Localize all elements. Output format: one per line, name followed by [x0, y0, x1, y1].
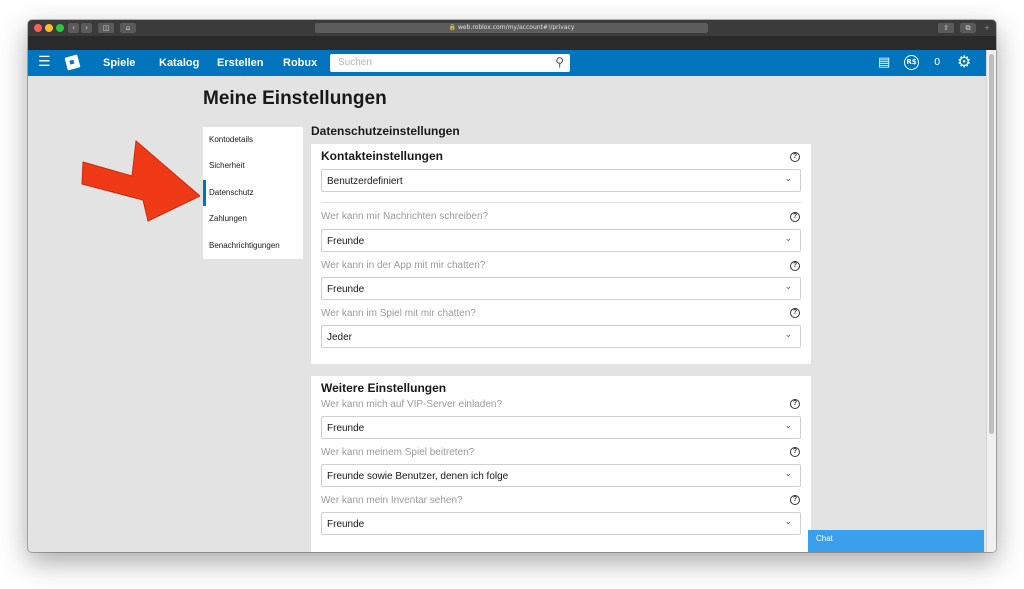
question-label: Wer kann in der App mit mir chatten? — [321, 260, 486, 271]
side-item-kontodetails[interactable]: Kontodetails — [203, 127, 303, 153]
zoom-window-button[interactable] — [56, 24, 64, 32]
back-icon[interactable]: ‹ — [68, 23, 79, 33]
side-item-benachrichtigungen[interactable]: Benachrichtigungen — [203, 233, 303, 259]
chevron-down-icon: ⌄ — [784, 517, 792, 527]
side-item-zahlungen[interactable]: Zahlungen — [203, 206, 303, 232]
nav-link-erstellen[interactable]: Erstellen — [217, 57, 263, 69]
new-tab-icon[interactable]: + — [982, 23, 992, 33]
chat-tab[interactable]: Chat — [808, 530, 984, 552]
minimize-window-button[interactable] — [45, 24, 53, 32]
chevron-down-icon: ⌄ — [784, 421, 792, 431]
tab-strip — [28, 36, 996, 50]
search-input[interactable]: Suchen ⚲ — [330, 54, 570, 72]
share-icon[interactable]: ⇧ — [938, 23, 954, 33]
home-icon[interactable]: ⌂ — [120, 23, 136, 33]
menu-icon[interactable]: ☰ — [38, 54, 51, 70]
select-value: Freunde — [327, 519, 365, 530]
search-icon[interactable]: ⚲ — [555, 55, 564, 69]
help-icon[interactable]: ? — [790, 495, 800, 505]
chevron-down-icon: ⌄ — [784, 469, 792, 479]
question-label: Wer kann mich auf VIP-Server einladen? — [321, 399, 503, 410]
join-game-select[interactable]: Freunde sowie Benutzer, denen ich folge … — [321, 464, 801, 487]
question-label: Wer kann im Spiel mit mir chatten? — [321, 308, 476, 319]
search-placeholder: Suchen — [338, 57, 372, 68]
chevron-down-icon: ⌄ — [784, 282, 792, 292]
side-item-sicherheit[interactable]: Sicherheit — [203, 153, 303, 179]
question-label: Wer kann mir Nachrichten schreiben? — [321, 211, 489, 222]
robux-balance: 0 — [934, 57, 941, 68]
nav-link-robux[interactable]: Robux — [283, 57, 317, 69]
help-icon[interactable]: ? — [790, 212, 800, 222]
site-navbar: ☰ Spiele Katalog Erstellen Robux Suchen … — [28, 50, 986, 76]
settings-gear-icon[interactable]: ⚙ — [957, 52, 971, 71]
messages-select[interactable]: Freunde ⌄ — [321, 229, 801, 252]
side-item-datenschutz[interactable]: Datenschutz — [203, 180, 303, 206]
help-icon[interactable]: ? — [790, 447, 800, 457]
question-label: Wer kann meinem Spiel beitreten? — [321, 447, 475, 458]
question-label: Wer kann mein Inventar sehen? — [321, 495, 463, 506]
contact-preset-select[interactable]: Benutzerdefiniert ⌄ — [321, 169, 801, 192]
select-value: Benutzerdefiniert — [327, 176, 403, 187]
close-window-button[interactable] — [34, 24, 42, 32]
help-icon[interactable]: ? — [790, 152, 800, 162]
game-chat-select[interactable]: Jeder ⌄ — [321, 325, 801, 348]
contact-settings-title: Kontakteinstellungen — [321, 149, 444, 163]
nav-link-katalog[interactable]: Katalog — [159, 57, 199, 69]
address-bar[interactable]: 🔒 web.roblox.com/my/account#!/privacy — [315, 23, 708, 33]
select-value: Freunde — [327, 423, 365, 434]
select-value: Freunde — [327, 236, 365, 247]
select-value: Freunde sowie Benutzer, denen ich folge — [327, 471, 509, 482]
select-value: Freunde — [327, 284, 365, 295]
sidebar-toggle-icon[interactable]: ◫ — [98, 23, 114, 33]
contact-settings-card: Kontakteinstellungen ? Benutzerdefiniert… — [311, 144, 811, 364]
vip-server-select[interactable]: Freunde ⌄ — [321, 416, 801, 439]
chevron-down-icon: ⌄ — [784, 234, 792, 244]
feed-icon[interactable]: ▤ — [878, 55, 890, 70]
address-url: web.roblox.com/my/account#!/privacy — [458, 24, 575, 31]
help-icon[interactable]: ? — [790, 261, 800, 271]
other-settings-title: Weitere Einstellungen — [321, 381, 447, 395]
privacy-section-title: Datenschutzeinstellungen — [311, 124, 460, 138]
help-icon[interactable]: ? — [790, 399, 800, 409]
lock-icon: 🔒 — [448, 24, 457, 31]
browser-toolbar: ‹ › ◫ ⌂ 🔒 web.roblox.com/my/account#!/pr… — [28, 20, 996, 36]
robux-icon[interactable]: R$ — [904, 55, 919, 70]
page-scrollbar[interactable] — [986, 50, 996, 552]
select-value: Jeder — [327, 332, 353, 343]
inventory-select[interactable]: Freunde ⌄ — [321, 512, 801, 535]
app-chat-select[interactable]: Freunde ⌄ — [321, 277, 801, 300]
help-icon[interactable]: ? — [790, 308, 800, 318]
settings-side-menu: Kontodetails Sicherheit Datenschutz Zahl… — [203, 127, 303, 259]
annotation-arrow-icon — [81, 140, 200, 222]
divider — [321, 202, 801, 203]
other-settings-card: Weitere Einstellungen Wer kann mich auf … — [311, 376, 811, 552]
roblox-logo-icon[interactable] — [64, 54, 81, 71]
chevron-down-icon: ⌄ — [784, 174, 792, 184]
chevron-down-icon: ⌄ — [784, 330, 792, 340]
forward-icon[interactable]: › — [81, 23, 92, 33]
tabs-overview-icon[interactable]: ⧉ — [960, 23, 976, 33]
browser-window: ‹ › ◫ ⌂ 🔒 web.roblox.com/my/account#!/pr… — [28, 20, 996, 552]
page-title: Meine Einstellungen — [203, 88, 387, 109]
nav-link-spiele[interactable]: Spiele — [103, 57, 135, 69]
scrollbar-thumb[interactable] — [989, 54, 994, 434]
